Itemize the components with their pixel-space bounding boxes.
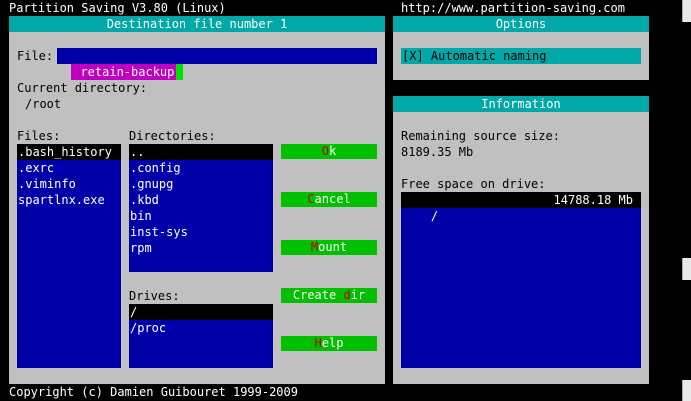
create-dir-button-pre: Create xyxy=(292,288,344,302)
file-item[interactable]: .exrc xyxy=(17,160,121,176)
free-space-row[interactable]: / 14788.18 Mb xyxy=(401,192,641,223)
ok-button-post: k xyxy=(329,144,337,158)
directory-item[interactable]: rpm xyxy=(129,240,273,256)
file-item[interactable]: .bash_history xyxy=(17,144,121,160)
free-space-list[interactable]: / 14788.18 Mb xyxy=(401,192,641,368)
free-space-amount: 14788.18 Mb xyxy=(553,193,633,207)
mount-button-post: ount xyxy=(318,240,348,254)
directories-label: Directories: xyxy=(129,129,216,143)
file-item[interactable]: spartlnx.exe xyxy=(17,192,121,208)
dialog-title: Destination file number 1 xyxy=(9,16,385,32)
drive-item[interactable]: / xyxy=(129,304,273,320)
mount-button[interactable]: Mount xyxy=(281,240,377,255)
file-name-input[interactable]: retain-backup xyxy=(57,48,377,80)
free-space-label: Free space on drive: xyxy=(401,177,546,191)
remaining-size-label: Remaining source size: xyxy=(401,129,560,143)
automatic-naming-checkbox[interactable]: [X] Automatic naming xyxy=(401,48,641,64)
help-button[interactable]: Help xyxy=(281,336,377,351)
scrollbar-mid-segment[interactable] xyxy=(682,258,691,280)
help-button-post: elp xyxy=(321,336,344,350)
files-label: Files: xyxy=(17,129,61,143)
create-dir-button-hotkey: d xyxy=(343,288,351,302)
directories-list[interactable]: .. .config .gnupg .kbd bin inst-sys rpm xyxy=(129,144,273,272)
app-title: Partition Saving V3.80 (Linux) xyxy=(9,1,226,15)
directory-item[interactable]: bin xyxy=(129,208,273,224)
free-space-drive: / xyxy=(430,209,439,223)
directory-item[interactable]: inst-sys xyxy=(129,224,273,240)
file-name-value: retain-backup xyxy=(71,64,177,80)
information-title: Information xyxy=(393,96,649,112)
ok-button-hotkey: O xyxy=(321,144,329,158)
cancel-button-post: ancel xyxy=(314,192,351,206)
remaining-size-value: 8189.35 Mb xyxy=(401,145,474,159)
directory-item[interactable]: .kbd xyxy=(129,192,273,208)
directory-item[interactable]: .. xyxy=(129,144,273,160)
file-item[interactable]: .viminfo xyxy=(17,176,121,192)
file-label: File: xyxy=(17,49,54,63)
scrollbar-top-segment[interactable] xyxy=(682,0,691,22)
drive-item[interactable]: /proc xyxy=(129,320,273,336)
directory-item[interactable]: .gnupg xyxy=(129,176,273,192)
create-dir-button[interactable]: Create dir xyxy=(281,288,377,303)
ok-button[interactable]: Ok xyxy=(281,144,377,159)
text-cursor xyxy=(176,64,184,80)
directory-item[interactable]: .config xyxy=(129,160,273,176)
options-title: Options xyxy=(393,16,649,32)
current-directory-value: /root xyxy=(25,97,62,111)
website-url: http://www.partition-saving.com xyxy=(401,1,625,15)
drives-label: Drives: xyxy=(129,289,180,303)
drives-list[interactable]: / /proc xyxy=(129,304,273,368)
cancel-button-hotkey: C xyxy=(307,192,315,206)
copyright-text: Copyright (c) Damien Guibouret 1999-2009 xyxy=(9,385,298,399)
cancel-button[interactable]: Cancel xyxy=(281,192,377,207)
help-button-hotkey: H xyxy=(314,336,322,350)
create-dir-button-post: ir xyxy=(350,288,366,302)
scrollbar-bottom-segment[interactable] xyxy=(682,380,691,401)
files-list[interactable]: .bash_history .exrc .viminfo spartlnx.ex… xyxy=(17,144,121,368)
current-directory-label: Current directory: xyxy=(17,81,148,95)
